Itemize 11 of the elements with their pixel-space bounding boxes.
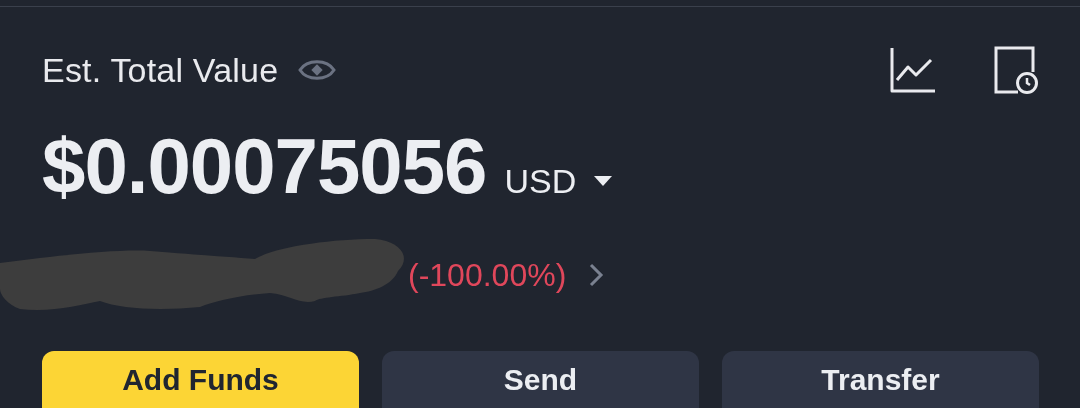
document-clock-icon[interactable] — [993, 46, 1039, 94]
line-chart-icon[interactable] — [889, 46, 937, 94]
action-button[interactable]: Send — [382, 351, 699, 408]
action-button[interactable]: Transfer — [722, 351, 1039, 408]
currency-selector[interactable]: USD — [504, 162, 613, 201]
action-button[interactable]: Add Funds — [42, 351, 359, 408]
caret-down-icon — [594, 176, 613, 187]
balance-amount: $0.00075056 — [42, 127, 487, 205]
change-percent: (-100.00%) — [408, 256, 567, 294]
eye-icon[interactable] — [298, 57, 337, 83]
total-value-label: Est. Total Value — [42, 50, 279, 90]
